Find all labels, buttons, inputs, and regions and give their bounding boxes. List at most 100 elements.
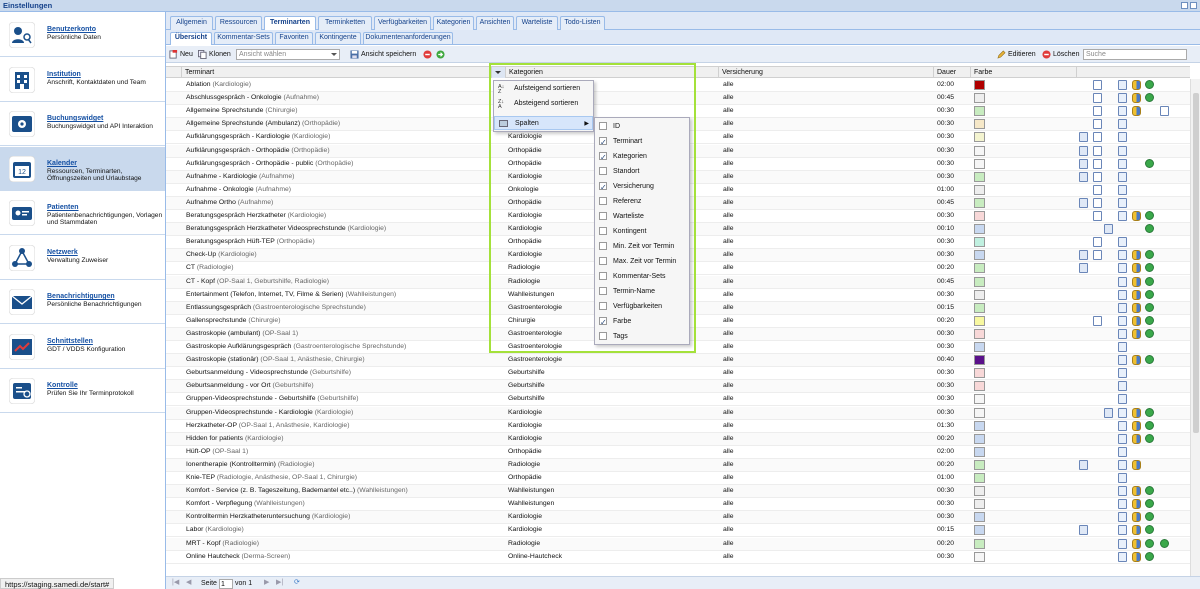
people-icon[interactable] bbox=[1132, 459, 1141, 470]
document-icon[interactable] bbox=[1093, 211, 1102, 221]
document-icon[interactable] bbox=[1093, 250, 1102, 261]
sidebar-item-title[interactable]: Kontrolle bbox=[47, 382, 78, 389]
restore-icon[interactable] bbox=[1181, 2, 1188, 9]
sidebar-item-title[interactable]: Institution bbox=[47, 71, 81, 78]
column-option-max-zeit-vor-termin[interactable]: Max. Zeit vor Termin bbox=[595, 254, 689, 269]
document-icon[interactable] bbox=[1093, 80, 1102, 90]
globe-icon[interactable] bbox=[1145, 276, 1154, 286]
sidebar-item-institution[interactable]: Institution Anschrift, Kontaktdaten und T… bbox=[0, 57, 165, 102]
sidebar-item-buchungswidget[interactable]: Buchungswidget Buchungswidget und API Int… bbox=[0, 102, 165, 146]
sort-ascending-item[interactable]: A↓ Z Aufsteigend sortieren bbox=[494, 82, 593, 96]
globe-icon[interactable] bbox=[1145, 80, 1154, 89]
sidebar-item-title[interactable]: Buchungswidget bbox=[47, 115, 103, 122]
form-icon[interactable] bbox=[1118, 473, 1127, 483]
people-icon[interactable] bbox=[1132, 263, 1141, 274]
document-icon[interactable] bbox=[1093, 106, 1102, 117]
form-icon[interactable] bbox=[1118, 499, 1127, 510]
form-icon[interactable] bbox=[1118, 551, 1127, 562]
table-row[interactable]: Labor (Kardiologie) Kardiologie alle 00:15 bbox=[166, 524, 1190, 538]
people-icon[interactable] bbox=[1132, 355, 1141, 366]
checkbox[interactable] bbox=[599, 197, 607, 205]
form-icon[interactable] bbox=[1118, 368, 1127, 379]
sidebar-item-title[interactable]: Benachrichtigungen bbox=[47, 293, 115, 300]
calendar-small-icon[interactable] bbox=[1079, 197, 1088, 208]
column-option-versicherung[interactable]: Versicherung bbox=[595, 179, 689, 195]
sort-descending-item[interactable]: Z↓ A Absteigend sortieren bbox=[494, 97, 593, 111]
form-icon[interactable] bbox=[1118, 315, 1127, 326]
document-icon[interactable] bbox=[1093, 145, 1102, 156]
globe-icon[interactable] bbox=[1145, 512, 1154, 522]
people-icon[interactable] bbox=[1132, 499, 1141, 510]
last-page-icon[interactable]: ▶| bbox=[276, 577, 283, 589]
globe-icon[interactable] bbox=[1145, 211, 1154, 220]
table-row[interactable]: Geburtsanmeldung - vor Ort (Geburtshilfe… bbox=[166, 380, 1190, 394]
sidebar-item-patienten[interactable]: Patienten Patientenbenachrichtigungen, Vo… bbox=[0, 191, 165, 235]
form-icon[interactable] bbox=[1118, 512, 1127, 523]
subtab-dokumentenanforderungen[interactable]: Dokumentenanforderungen bbox=[363, 32, 453, 44]
people-icon[interactable] bbox=[1132, 276, 1141, 287]
header-dauer[interactable]: Dauer bbox=[934, 67, 971, 78]
sidebar-item-benutzerkonto[interactable]: Benutzerkonto Persönliche Daten bbox=[0, 13, 165, 57]
globe-icon[interactable] bbox=[1145, 328, 1154, 338]
table-row[interactable]: Kontrolltermin Herzkatheteruntersuchung … bbox=[166, 511, 1190, 525]
form-icon[interactable] bbox=[1118, 342, 1127, 352]
column-option-min-zeit-vor-termin[interactable]: Min. Zeit vor Termin bbox=[595, 239, 689, 254]
globe-icon[interactable] bbox=[1145, 263, 1154, 273]
form-icon[interactable] bbox=[1118, 407, 1127, 418]
form-icon[interactable] bbox=[1118, 80, 1127, 90]
sidebar-item-title[interactable]: Netzwerk bbox=[47, 249, 78, 256]
sidebar-item-title[interactable]: Benutzerkonto bbox=[47, 26, 96, 33]
apply-view-button[interactable] bbox=[436, 49, 445, 60]
form-icon[interactable] bbox=[1118, 197, 1127, 208]
checkbox[interactable] bbox=[599, 122, 607, 130]
checkbox[interactable] bbox=[599, 167, 607, 175]
column-option-terminart[interactable]: Terminart bbox=[595, 134, 689, 150]
edit-button[interactable]: Editieren bbox=[997, 49, 1036, 60]
table-row[interactable]: Hüft-OP (OP-Saal 1) Orthopädie alle 02:00 bbox=[166, 446, 1190, 459]
calendar-small-icon[interactable] bbox=[1079, 145, 1088, 156]
globe-icon[interactable] bbox=[1145, 433, 1154, 443]
page-input[interactable] bbox=[218, 579, 233, 589]
header-versicherung[interactable]: Versicherung bbox=[719, 67, 934, 78]
document-icon[interactable] bbox=[1093, 237, 1102, 248]
globe-icon[interactable] bbox=[1145, 420, 1154, 430]
form-icon[interactable] bbox=[1118, 171, 1127, 182]
people-icon[interactable] bbox=[1132, 512, 1141, 523]
people-icon[interactable] bbox=[1132, 407, 1141, 418]
table-row[interactable]: Komfort - Verpflegung (Wahlleistungen) Wa… bbox=[166, 498, 1190, 512]
refresh-icon[interactable]: ⟳ bbox=[294, 577, 300, 589]
people-icon[interactable] bbox=[1132, 420, 1141, 431]
document-icon[interactable] bbox=[1093, 132, 1102, 143]
calendar-small-icon[interactable] bbox=[1079, 525, 1088, 536]
globe-icon[interactable] bbox=[1145, 158, 1154, 168]
people-icon[interactable] bbox=[1132, 486, 1141, 497]
column-option-standort[interactable]: Standort bbox=[595, 164, 689, 179]
table-row[interactable]: MRT - Kopf (Radiologie) Radiologie alle 00:… bbox=[166, 537, 1190, 551]
view-select[interactable]: Ansicht wählen bbox=[236, 49, 340, 60]
column-option-referenz[interactable]: Referenz bbox=[595, 194, 689, 209]
first-page-icon[interactable]: |◀ bbox=[172, 577, 179, 589]
globe-icon[interactable] bbox=[1145, 302, 1154, 312]
sidebar-item-netzwerk[interactable]: Netzwerk Verwaltung Zuweiser bbox=[0, 235, 165, 280]
tab-terminketten[interactable]: Terminketten bbox=[318, 16, 372, 30]
people-icon[interactable] bbox=[1132, 302, 1141, 313]
people-icon[interactable] bbox=[1132, 538, 1141, 549]
table-row[interactable]: Ionentherapie (Kontrolltermin) (Radiolog… bbox=[166, 458, 1190, 472]
header-kategorien[interactable]: Kategorien bbox=[506, 67, 719, 78]
globe-icon[interactable] bbox=[1160, 538, 1169, 548]
column-option-farbe[interactable]: Farbe bbox=[595, 314, 689, 330]
globe-icon[interactable] bbox=[1145, 486, 1154, 496]
calendar-small-icon[interactable] bbox=[1079, 171, 1088, 182]
sidebar-item-title[interactable]: Kalender bbox=[47, 160, 77, 167]
globe-icon[interactable] bbox=[1145, 289, 1154, 299]
table-row[interactable]: Gruppen-Videosprechstunde - Kardiologie … bbox=[166, 406, 1190, 420]
form-icon[interactable] bbox=[1118, 446, 1127, 457]
form-icon[interactable] bbox=[1118, 250, 1127, 261]
form-icon[interactable] bbox=[1118, 420, 1127, 431]
clone-button[interactable]: Klonen bbox=[198, 49, 231, 60]
form-icon[interactable] bbox=[1118, 381, 1127, 392]
document-icon[interactable] bbox=[1093, 197, 1102, 208]
tab-kategorien[interactable]: Kategorien bbox=[433, 16, 474, 30]
people-icon[interactable] bbox=[1132, 80, 1141, 90]
table-row[interactable]: Komfort - Service (z. B. Tageszeitung, B… bbox=[166, 485, 1190, 499]
